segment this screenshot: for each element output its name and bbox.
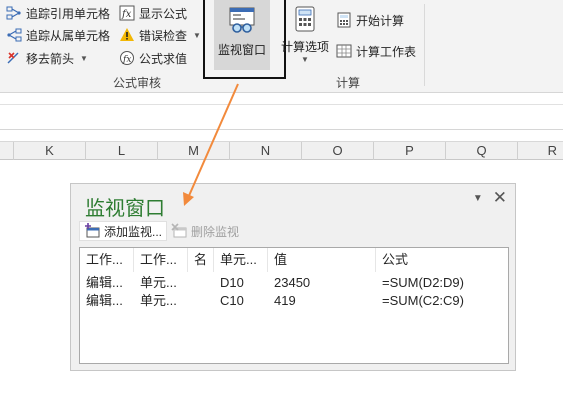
row2-formula: =SUM(C2:C9) bbox=[382, 293, 464, 308]
row2-sheet: 单元... bbox=[140, 293, 177, 308]
column-headers: K L M N O P Q R bbox=[0, 141, 563, 160]
chevron-down-icon[interactable]: ▼ bbox=[80, 54, 88, 63]
column-header-k[interactable]: K bbox=[14, 142, 86, 160]
header-cell[interactable]: 单元... bbox=[214, 248, 268, 272]
error-checking-label: 错误检查 bbox=[139, 28, 188, 43]
show-formulas-button[interactable]: fx 显示公式 bbox=[119, 4, 187, 22]
calculate-sheet-icon bbox=[336, 43, 352, 59]
warning-icon bbox=[119, 27, 135, 43]
ribbon: 追踪引用单元格 追踪从属单元格 移去箭头 ▼ fx 显示公式 错误检查 ▼ fx… bbox=[0, 0, 563, 93]
chevron-down-icon[interactable]: ▼ bbox=[301, 55, 309, 64]
delete-watch-icon bbox=[171, 223, 187, 239]
column-header-p[interactable]: P bbox=[374, 142, 446, 160]
header-name[interactable]: 名 bbox=[188, 248, 214, 272]
trace-precedents-button[interactable]: 追踪引用单元格 bbox=[6, 4, 110, 22]
column-header-l[interactable]: L bbox=[86, 142, 158, 160]
close-icon[interactable]: ✕ bbox=[493, 188, 507, 208]
evaluate-formula-icon: fx bbox=[119, 50, 135, 66]
watch-window-title: 监视窗口 bbox=[85, 198, 165, 220]
calculation-options-button[interactable]: 计算选项 ▼ bbox=[278, 6, 332, 70]
highlight-box bbox=[203, 0, 286, 79]
column-header-n[interactable]: N bbox=[230, 142, 302, 160]
row1-book: 编辑... bbox=[86, 275, 123, 290]
remove-arrows-button[interactable]: 移去箭头 ▼ bbox=[6, 49, 88, 67]
column-header-m[interactable]: M bbox=[158, 142, 230, 160]
calculator-small-icon bbox=[336, 12, 352, 28]
column-header-q[interactable]: Q bbox=[446, 142, 518, 160]
calculation-group-label: 计算 bbox=[336, 76, 361, 90]
show-formulas-icon: fx bbox=[119, 5, 135, 21]
column-header-edge bbox=[0, 142, 14, 160]
row2-book: 编辑... bbox=[86, 293, 123, 308]
formula-bar[interactable] bbox=[0, 104, 563, 130]
watch-toolbar: 添加监视... 删除监视 bbox=[79, 221, 243, 241]
trace-precedents-label: 追踪引用单元格 bbox=[26, 6, 111, 21]
chevron-down-icon[interactable]: ▼ bbox=[193, 31, 201, 40]
trace-dependents-button[interactable]: 追踪从属单元格 bbox=[6, 26, 110, 44]
calculator-icon bbox=[294, 6, 316, 35]
watch-window-pane: 监视窗口 ▼ ✕ 添加监视... 删除监视 工作... 工作... 名 单元..… bbox=[70, 183, 516, 371]
delete-watch-label: 删除监视 bbox=[191, 224, 240, 239]
trace-precedents-icon bbox=[6, 5, 22, 21]
svg-text:fx: fx bbox=[121, 9, 132, 20]
evaluate-formula-label: 公式求值 bbox=[139, 51, 188, 66]
column-header-o[interactable]: O bbox=[302, 142, 374, 160]
error-checking-button[interactable]: 错误检查 ▼ bbox=[119, 26, 201, 44]
row1-formula: =SUM(D2:D9) bbox=[382, 275, 464, 290]
show-formulas-label: 显示公式 bbox=[139, 6, 188, 21]
add-watch-icon bbox=[84, 223, 100, 239]
row1-value: 23450 bbox=[274, 275, 311, 290]
evaluate-formula-button[interactable]: fx 公式求值 bbox=[119, 49, 187, 67]
header-book[interactable]: 工作... bbox=[80, 248, 134, 272]
add-watch-label: 添加监视... bbox=[104, 224, 163, 239]
delete-watch-button[interactable]: 删除监视 bbox=[167, 221, 243, 241]
trace-dependents-label: 追踪从属单元格 bbox=[26, 28, 111, 43]
header-value[interactable]: 值 bbox=[268, 248, 376, 272]
calculate-now-label: 开始计算 bbox=[356, 13, 405, 28]
column-header-r[interactable]: R bbox=[518, 142, 563, 160]
watch-list[interactable]: 工作... 工作... 名 单元... 值 公式 编辑... 单元... D10… bbox=[79, 247, 509, 364]
row1-cell: D10 bbox=[220, 275, 244, 290]
header-formula[interactable]: 公式 bbox=[376, 248, 508, 272]
auditing-group-label: 公式审核 bbox=[113, 76, 162, 90]
calculate-sheet-label: 计算工作表 bbox=[356, 44, 417, 59]
trace-dependents-icon bbox=[6, 27, 22, 43]
pane-controls: ▼ ✕ bbox=[473, 188, 507, 208]
row2-value: 419 bbox=[274, 293, 296, 308]
header-sheet[interactable]: 工作... bbox=[134, 248, 188, 272]
calculate-now-button[interactable]: 开始计算 bbox=[336, 11, 404, 29]
row1-sheet: 单元... bbox=[140, 275, 177, 290]
svg-text:fx: fx bbox=[122, 55, 131, 65]
add-watch-button[interactable]: 添加监视... bbox=[79, 221, 168, 241]
remove-arrows-label: 移去箭头 bbox=[26, 51, 75, 66]
calculation-options-label: 计算选项 bbox=[280, 40, 329, 54]
calculate-sheet-button[interactable]: 计算工作表 bbox=[336, 42, 416, 60]
pane-options-icon[interactable]: ▼ bbox=[473, 193, 483, 204]
row2-cell: C10 bbox=[220, 293, 244, 308]
remove-arrows-icon bbox=[6, 50, 22, 66]
ribbon-divider bbox=[424, 4, 425, 86]
